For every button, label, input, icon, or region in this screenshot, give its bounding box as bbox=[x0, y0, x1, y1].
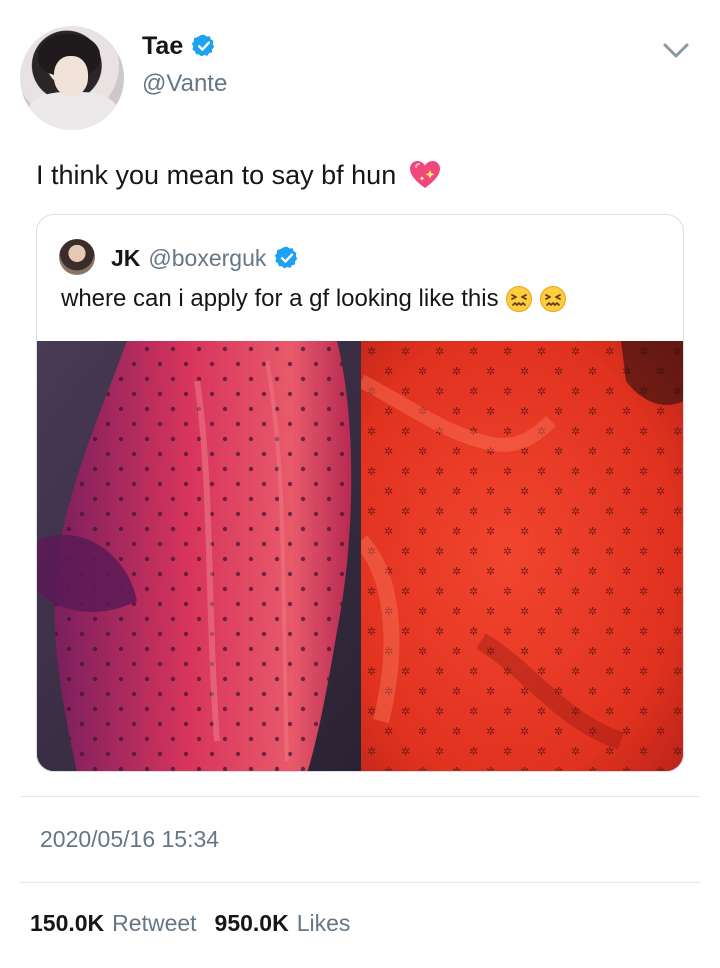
confounded-face-icon bbox=[505, 286, 532, 312]
media-image-right[interactable]: ✲ ✲ bbox=[361, 341, 683, 771]
tweet: Tae @Vante I think you mean to say bf hu… bbox=[0, 0, 720, 968]
quoted-tweet-text: where can i apply for a gf looking like … bbox=[61, 285, 567, 313]
quoted-media[interactable]: ✲ ✲ bbox=[37, 341, 683, 771]
quoted-body: where can i apply for a gf looking like … bbox=[61, 285, 499, 312]
confounded-face-icon bbox=[539, 286, 566, 312]
verified-badge-icon bbox=[275, 246, 298, 269]
author-name[interactable]: Tae bbox=[142, 32, 183, 61]
quoted-author-row: JK @boxerguk bbox=[111, 241, 300, 275]
chevron-down-icon[interactable] bbox=[660, 38, 692, 62]
likes-label[interactable]: Likes bbox=[297, 910, 351, 937]
author-handle[interactable]: @Vante bbox=[142, 70, 227, 98]
author-name-row: Tae bbox=[142, 28, 217, 64]
quoted-author-avatar[interactable] bbox=[59, 239, 95, 275]
retweet-label[interactable]: Retweet bbox=[112, 910, 196, 937]
tweet-timestamp[interactable]: 2020/05/16 15:34 bbox=[40, 826, 219, 853]
quoted-tweet-card[interactable]: JK @boxerguk where can i apply for a gf … bbox=[36, 214, 684, 772]
author-avatar[interactable] bbox=[20, 26, 124, 130]
tweet-stats: 150.0K Retweet 950.0K Likes bbox=[30, 910, 360, 937]
divider bbox=[20, 796, 700, 797]
media-image-left[interactable] bbox=[37, 341, 361, 771]
verified-badge-icon bbox=[192, 34, 215, 57]
retweet-count[interactable]: 150.0K bbox=[30, 910, 104, 937]
tweet-body: I think you mean to say bf hun bbox=[36, 159, 397, 190]
likes-count[interactable]: 950.0K bbox=[215, 910, 289, 937]
tweet-text: I think you mean to say bf hun bbox=[36, 158, 442, 192]
divider bbox=[20, 882, 700, 883]
quoted-author-name[interactable]: JK bbox=[111, 245, 140, 272]
quoted-author-handle[interactable]: @boxerguk bbox=[148, 245, 266, 272]
sparkling-heart-icon bbox=[410, 161, 441, 188]
